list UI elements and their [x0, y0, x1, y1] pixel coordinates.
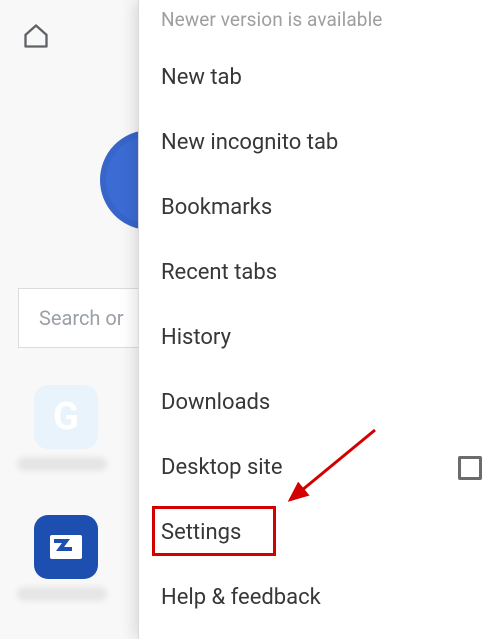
overflow-menu: Newer version is available New tab New i… — [138, 0, 504, 639]
menu-update-notice: Newer version is available — [139, 6, 504, 45]
shortcut-tile-1[interactable]: G — [30, 385, 102, 471]
menu-item-new-tab[interactable]: New tab — [139, 45, 504, 110]
shortcut-tile-1-icon: G — [34, 385, 98, 449]
menu-item-bookmarks[interactable]: Bookmarks — [139, 175, 504, 240]
shortcut-tile-2-label — [17, 587, 107, 601]
shortcut-tile-2-icon — [34, 515, 98, 579]
menu-item-settings[interactable]: Settings — [139, 500, 504, 565]
menu-item-label: Help & feedback — [161, 585, 321, 610]
shortcut-tile-2[interactable] — [30, 515, 102, 601]
menu-item-desktop-site[interactable]: Desktop site — [139, 435, 504, 500]
menu-item-downloads[interactable]: Downloads — [139, 370, 504, 435]
desktop-site-checkbox[interactable] — [458, 456, 482, 480]
home-icon[interactable] — [22, 22, 50, 50]
menu-item-new-incognito[interactable]: New incognito tab — [139, 110, 504, 175]
menu-item-recent-tabs[interactable]: Recent tabs — [139, 240, 504, 305]
menu-item-label: New tab — [161, 65, 242, 90]
menu-item-help[interactable]: Help & feedback — [139, 565, 504, 630]
menu-item-label: Settings — [161, 520, 241, 545]
menu-item-label: New incognito tab — [161, 130, 338, 155]
menu-item-label: Downloads — [161, 390, 270, 415]
menu-item-label: Desktop site — [161, 455, 283, 480]
menu-item-label: History — [161, 325, 231, 350]
menu-item-history[interactable]: History — [139, 305, 504, 370]
search-input[interactable]: Search or — [18, 288, 148, 348]
menu-item-label: Recent tabs — [161, 260, 277, 285]
search-placeholder: Search or — [39, 306, 124, 330]
menu-item-label: Bookmarks — [161, 195, 272, 220]
shortcut-tile-1-label — [17, 457, 107, 471]
